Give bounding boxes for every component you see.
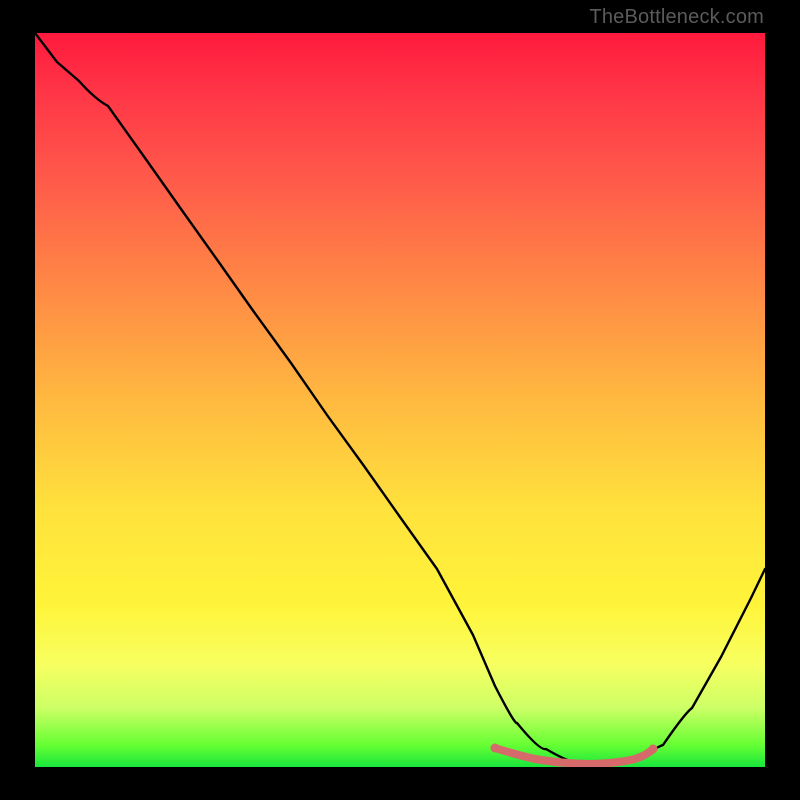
curve-layer	[35, 33, 765, 767]
plot-area	[35, 33, 765, 767]
bottleneck-curve	[35, 33, 765, 765]
bottom-accent	[495, 748, 653, 764]
accent-dot-left	[491, 744, 500, 753]
accent-dot-right	[649, 745, 658, 754]
attribution-text: TheBottleneck.com	[589, 6, 764, 29]
chart-frame: TheBottleneck.com	[0, 0, 800, 800]
